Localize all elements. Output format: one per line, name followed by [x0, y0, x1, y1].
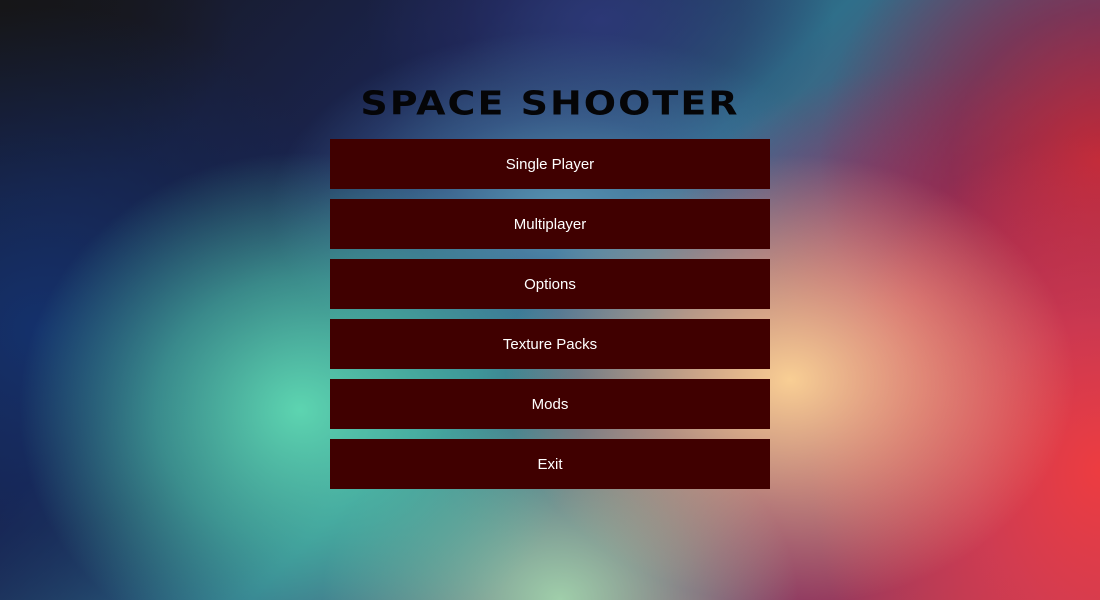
exit-button[interactable]: Exit: [330, 439, 770, 489]
multiplayer-label: Multiplayer: [513, 215, 587, 233]
multiplayer-button[interactable]: Multiplayer: [330, 199, 770, 249]
options-label: Options: [524, 275, 576, 293]
exit-label: Exit: [537, 455, 563, 473]
single-player-button[interactable]: Single Player: [330, 139, 770, 189]
options-button[interactable]: Options: [330, 259, 770, 309]
game-title: SPACE SHOOTER: [360, 84, 740, 123]
mods-button[interactable]: Mods: [330, 379, 770, 429]
texture-packs-button[interactable]: Texture Packs: [330, 319, 770, 369]
main-menu: Single Player Multiplayer Options Textur…: [330, 139, 770, 499]
game-logo: SPACE SHOOTER: [335, 86, 765, 126]
mods-label: Mods: [531, 395, 569, 413]
single-player-label: Single Player: [505, 155, 595, 173]
texture-packs-label: Texture Packs: [502, 335, 598, 353]
